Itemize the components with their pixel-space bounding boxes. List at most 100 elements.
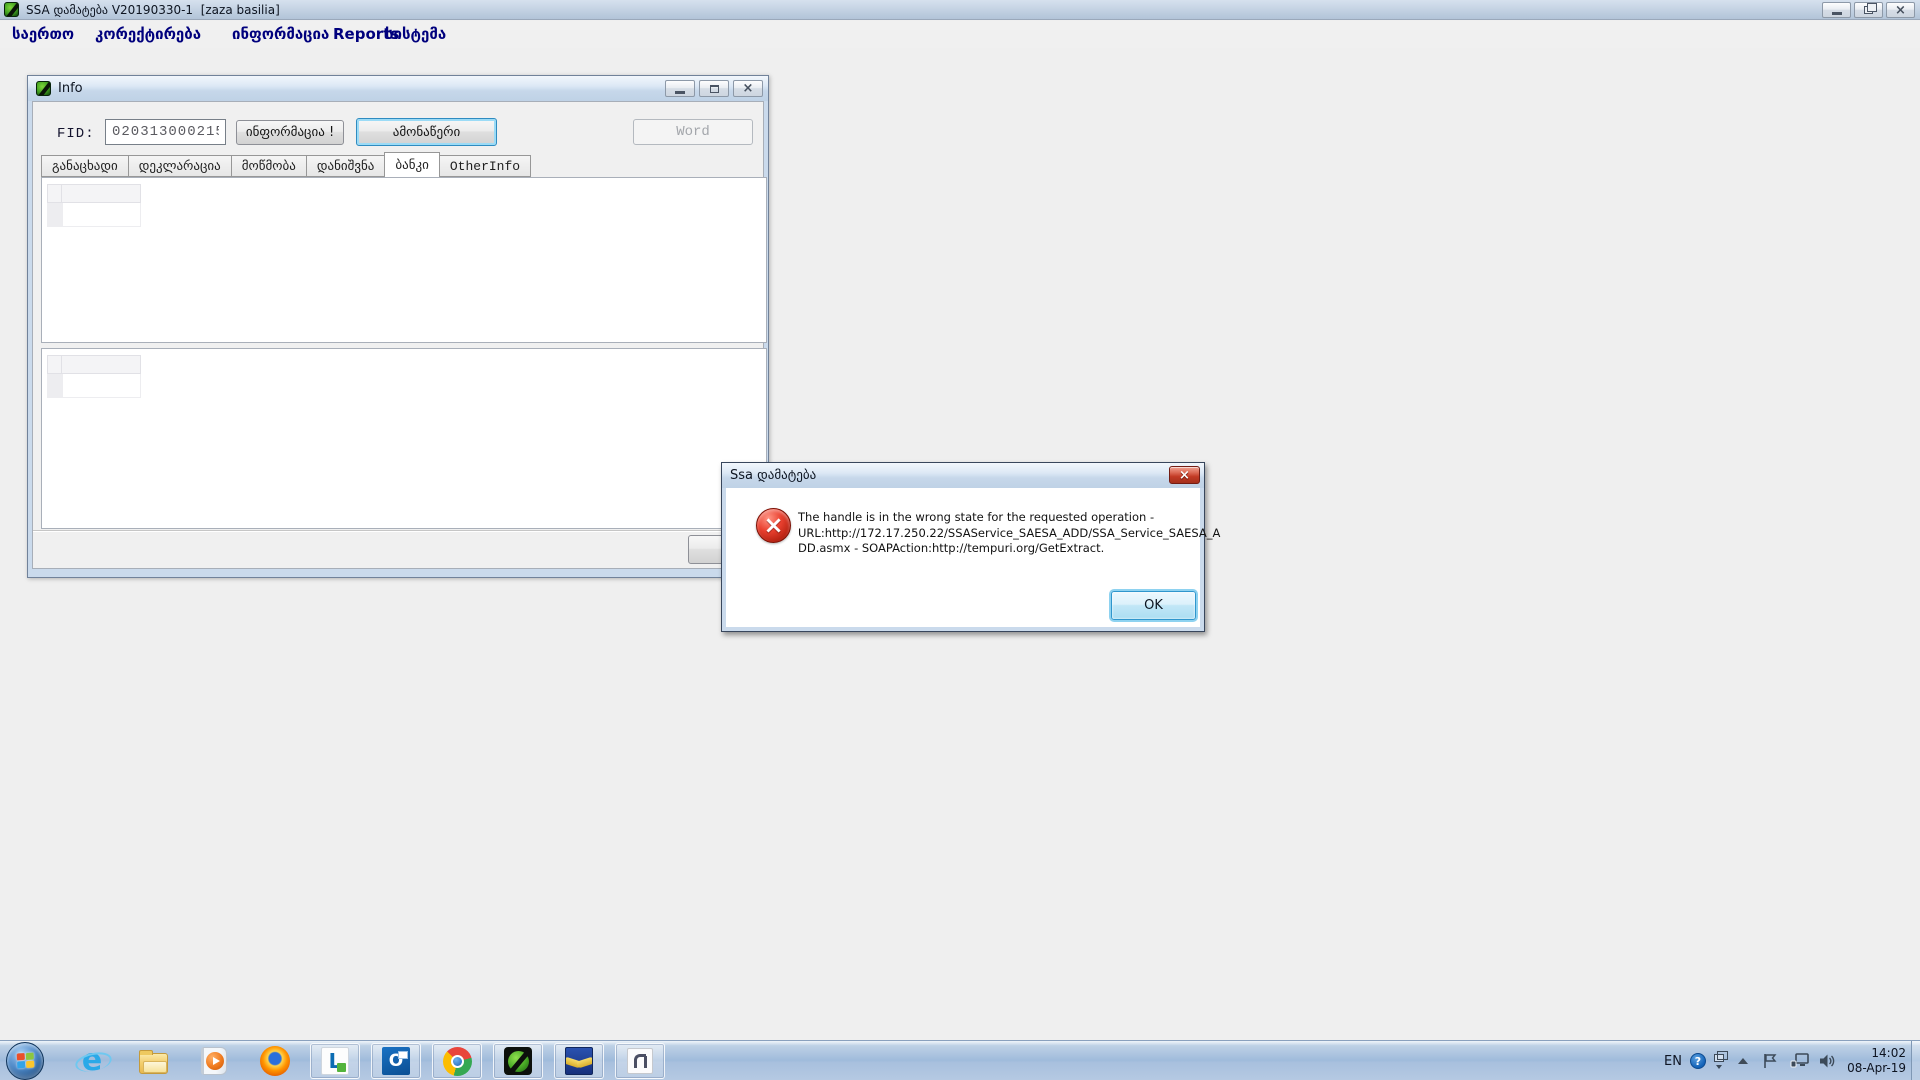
windows-flag-icon	[16, 1053, 34, 1070]
clock-time: 14:02	[1871, 1046, 1906, 1061]
app-title: SSA დამატება V20190330-1 [zaza basilia]	[26, 3, 280, 17]
ok-button[interactable]: OK	[1111, 591, 1196, 620]
info-maximize-button[interactable]	[699, 80, 729, 97]
flag-icon	[1763, 1053, 1777, 1069]
fid-label: FID:	[57, 126, 95, 142]
app-caption-buttons: ×	[1822, 2, 1915, 18]
fid-input[interactable]	[105, 119, 226, 145]
taskbar-firefox[interactable]	[259, 1045, 291, 1077]
app-titlebar: SSA დამატება V20190330-1 [zaza basilia] …	[0, 0, 1920, 20]
close-icon: ×	[1179, 469, 1190, 482]
info-window-titlebar[interactable]: Info ×	[28, 76, 768, 101]
lync-icon: L	[321, 1047, 349, 1075]
taskbar-lync[interactable]: L	[310, 1043, 360, 1079]
grid-column-header	[62, 355, 141, 374]
error-dialog-body: × The handle is in the wrong state for t…	[726, 488, 1200, 627]
taskbar-media-player[interactable]	[198, 1045, 230, 1077]
info-minimize-button[interactable]	[665, 80, 695, 97]
grid-cell	[63, 374, 140, 397]
grid-column-header	[62, 184, 141, 203]
mini-window-icon	[1714, 1054, 1724, 1062]
minimize-icon	[675, 91, 685, 94]
action-center[interactable]	[1763, 1041, 1777, 1080]
minimize-icon	[1832, 12, 1842, 15]
bank-list-panel-top	[41, 177, 767, 343]
close-button[interactable]: ×	[1886, 2, 1915, 18]
tab-bank[interactable]: ბანკი	[384, 152, 439, 177]
maximize-icon	[710, 85, 719, 93]
grid-row-selector	[48, 374, 63, 397]
grid-header-row	[47, 355, 141, 374]
close-icon: ×	[1895, 4, 1906, 17]
word-button: Word	[633, 119, 753, 145]
tab-application[interactable]: განაცხადი	[41, 155, 129, 177]
taskbar-ssa-app[interactable]	[493, 1043, 543, 1079]
volume-control[interactable]	[1819, 1041, 1836, 1080]
tab-certificate[interactable]: მოწმობა	[231, 155, 307, 177]
taskbar-internet-explorer[interactable]: e	[76, 1045, 108, 1077]
chrome-icon	[443, 1047, 472, 1076]
menu-item-system[interactable]: სისტემა	[385, 25, 446, 43]
error-dialog-close-button[interactable]: ×	[1169, 466, 1200, 484]
minimize-button[interactable]	[1822, 2, 1851, 18]
network-status[interactable]	[1790, 1041, 1810, 1080]
outlook-icon: O	[382, 1047, 410, 1075]
chevron-up-icon	[1738, 1058, 1748, 1064]
ssa-app-icon	[504, 1047, 532, 1075]
tray-help[interactable]: ?	[1690, 1041, 1706, 1080]
info-bottom-row: ✓	[33, 530, 763, 568]
taskbar-fina-app[interactable]	[615, 1043, 665, 1079]
restore-icon	[1864, 6, 1873, 14]
grid-header-row	[47, 184, 141, 203]
taskbar-handshake-app[interactable]	[554, 1043, 604, 1079]
grid-cell	[63, 203, 140, 226]
extract-button[interactable]: ამონაწერი	[356, 118, 497, 146]
tab-appointment[interactable]: დანიშვნა	[306, 155, 386, 177]
restore-button[interactable]	[1854, 2, 1883, 18]
taskbar-chrome[interactable]	[432, 1043, 482, 1079]
speaker-icon	[1819, 1053, 1836, 1069]
error-dialog-titlebar[interactable]: Ssa დამატება ×	[722, 463, 1204, 488]
firefox-icon	[260, 1046, 290, 1076]
error-message-line: DD.asmx - SOAPAction:http://tempuri.org/…	[798, 541, 1220, 557]
error-message-line: URL:http://172.17.250.22/SSAService_SAES…	[798, 526, 1220, 542]
empty-grid	[47, 184, 141, 227]
menu-item-correction[interactable]: კორექტირება	[95, 25, 201, 43]
info-caption-buttons: ×	[665, 80, 763, 97]
tab-otherinfo[interactable]: OtherInfo	[439, 155, 531, 177]
info-window-icon	[36, 81, 51, 96]
info-window-title: Info	[58, 81, 83, 96]
grid-row	[47, 203, 141, 227]
tab-declaration[interactable]: დეკლარაცია	[128, 155, 232, 177]
clock-date: 08-Apr-19	[1847, 1061, 1906, 1076]
taskbar-windows-explorer[interactable]	[137, 1045, 169, 1077]
handshake-icon	[565, 1047, 593, 1075]
fina-app-icon	[627, 1048, 653, 1074]
info-window: Info × FID: ინფორმაცია ! ამონაწერი Word …	[27, 75, 769, 578]
error-dialog: Ssa დამატება × × The handle is in the wr…	[721, 462, 1205, 632]
language-indicator[interactable]: EN	[1664, 1041, 1682, 1080]
menu-item-information[interactable]: ინფორმაცია	[232, 25, 329, 43]
caret-down-icon	[1716, 1065, 1722, 1069]
error-message-line: The handle is in the wrong state for the…	[798, 510, 1220, 526]
network-icon	[1790, 1053, 1810, 1069]
grid-row-selector	[48, 203, 63, 226]
menu-item-common[interactable]: საერთო	[12, 25, 74, 43]
app-logo-icon	[4, 2, 19, 17]
error-icon: ×	[756, 508, 791, 543]
taskbar-outlook[interactable]: O	[371, 1043, 421, 1079]
show-hidden-icons[interactable]	[1738, 1041, 1748, 1080]
grid-corner-cell	[47, 355, 62, 374]
error-dialog-title: Ssa დამატება	[730, 468, 816, 483]
info-window-client: FID: ინფორმაცია ! ამონაწერი Word განაცხა…	[32, 101, 764, 569]
start-button[interactable]	[6, 1042, 44, 1080]
tab-strip: განაცხადი დეკლარაცია მოწმობა დანიშვნა ბა…	[41, 154, 530, 177]
information-button[interactable]: ინფორმაცია !	[236, 120, 344, 145]
help-icon: ?	[1690, 1053, 1706, 1069]
tray-app-window[interactable]	[1714, 1041, 1724, 1080]
clock[interactable]: 14:02 08-Apr-19	[1840, 1041, 1906, 1080]
show-desktop-button[interactable]	[1911, 1041, 1920, 1080]
info-close-button[interactable]: ×	[733, 80, 763, 97]
taskbar: e L O EN ?	[0, 1040, 1920, 1080]
bank-list-panel-bottom	[41, 348, 767, 529]
